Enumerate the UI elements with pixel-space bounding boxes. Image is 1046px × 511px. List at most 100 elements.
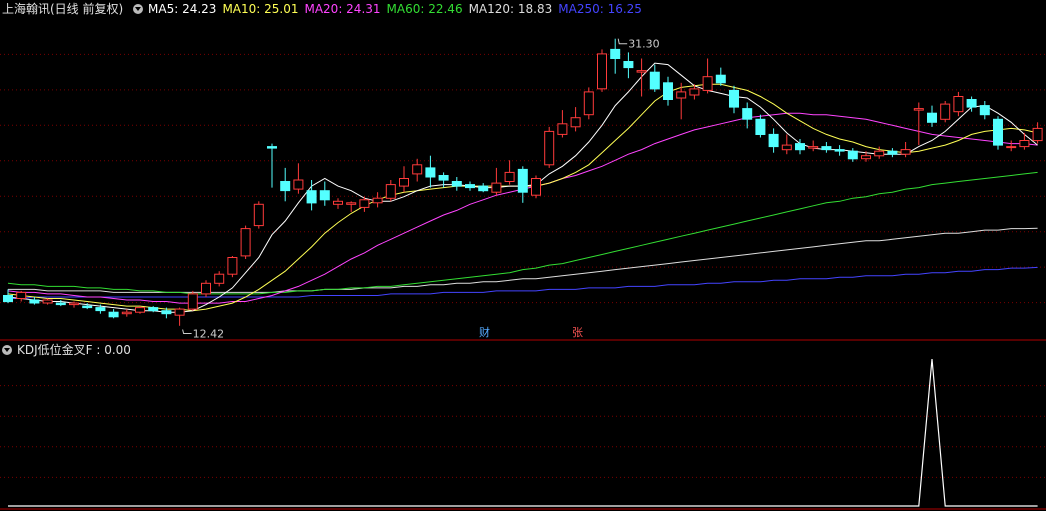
legend-ma5: MA5: 24.23 (148, 2, 217, 16)
event-marker-zhang[interactable]: 张 (570, 326, 585, 339)
candle-body-up (676, 91, 687, 99)
dropdown-icon[interactable] (133, 4, 144, 14)
candle-body-up (121, 311, 132, 315)
event-marker-cai[interactable]: 财 (477, 326, 492, 339)
candle-body-down (927, 112, 937, 123)
candle-body-down (821, 146, 832, 151)
candle-body-up (372, 197, 383, 204)
candle-body-up (16, 291, 27, 299)
kdj-title: KDJ低位金叉F : 0.00 (17, 343, 131, 357)
candle-body-up (583, 91, 594, 116)
candle-body-up (913, 108, 924, 111)
candle-body-up (1006, 146, 1017, 149)
candle-body-up (412, 164, 423, 175)
candle-body-down (715, 74, 726, 84)
candle-body-up (399, 178, 409, 187)
candle-body-up (214, 273, 225, 284)
candle-body-up (69, 302, 79, 306)
candle-body-down (729, 89, 739, 108)
candle-body-up (359, 199, 370, 208)
candle-body-up (861, 155, 871, 160)
stock-title: 上海翰讯(日线 前复权) (2, 2, 124, 16)
candle-body-up (636, 70, 647, 73)
dropdown-icon[interactable] (2, 345, 12, 355)
candle-body-up (135, 307, 145, 313)
candle-body-down (887, 150, 898, 155)
candle-body-down (966, 99, 977, 108)
legend-ma20: MA20: 24.31 (304, 2, 381, 16)
annotation-pointer (617, 38, 628, 45)
candle-body-up (900, 149, 911, 155)
candle-body-down (425, 167, 436, 178)
legend-ma60: MA60: 22.46 (386, 2, 463, 16)
candle-body-down (623, 61, 634, 69)
candle-body-up (570, 117, 581, 128)
low-price-label: 12.42 (193, 328, 225, 341)
candle-body-down (108, 311, 119, 318)
candle-body-down (82, 305, 93, 309)
candle-body-up (385, 184, 396, 199)
candle-body-up (201, 282, 211, 295)
candle-body-up (557, 123, 568, 135)
candle-body-down (993, 118, 1003, 146)
ma-line-ma120 (8, 227, 1038, 293)
candle-body-up (174, 308, 185, 316)
candle-body-down (517, 168, 528, 193)
stock-chart[interactable]: 12.42 31.30 (0, 0, 1046, 511)
legend-ma250: MA250: 16.25 (558, 2, 642, 16)
candle-body-up (346, 202, 357, 205)
candle-body-down (795, 143, 805, 151)
candle-body-down (742, 108, 753, 120)
candle-body-up (504, 171, 515, 182)
candle-body-down (267, 146, 277, 149)
legend-ma120: MA120: 18.83 (468, 2, 553, 16)
candle-body-up (531, 178, 541, 196)
candle-body-down (663, 82, 673, 101)
candle-body-up (1019, 140, 1030, 148)
sub-legend: KDJ低位金叉F : 0.00 (2, 341, 137, 359)
legend-ma10: MA10: 25.01 (222, 2, 299, 16)
candle-body-down (768, 133, 779, 148)
annotation-pointer (182, 329, 192, 334)
candle-body-up (227, 257, 238, 275)
candle-body-down (649, 71, 660, 90)
candle-body-up (597, 53, 607, 90)
candle-body-up (1032, 127, 1043, 142)
candle-body-up (808, 146, 819, 149)
candle-body-up (702, 76, 713, 91)
candle-body-up (874, 150, 885, 157)
candle-body-down (755, 118, 766, 136)
candle-body-down (478, 185, 489, 192)
candle-body-down (438, 175, 449, 181)
candle-body-up (293, 179, 304, 190)
candle-body-down (29, 299, 40, 304)
candle-body-down (55, 302, 66, 306)
candle-body-down (161, 310, 172, 315)
ma-line-ma20 (7, 112, 1038, 304)
candle-body-down (847, 150, 858, 160)
candle-body-down (95, 307, 106, 312)
ma-line-ma250 (8, 266, 1038, 299)
candle-body-up (940, 103, 951, 120)
candle-body-up (491, 182, 502, 193)
candle-body-down (3, 295, 13, 303)
candle-body-down (451, 181, 462, 187)
candle-body-up (689, 88, 700, 96)
candle-body-up (781, 144, 792, 151)
candle-body-up (187, 293, 198, 310)
candle-body-down (465, 184, 475, 189)
candle-body-up (953, 96, 964, 113)
candle-body-down (319, 190, 330, 201)
candle-body-down (610, 48, 621, 60)
high-price-label: 31.30 (628, 38, 660, 51)
candle-body-up (240, 228, 251, 257)
main-legend: 上海翰讯(日线 前复权) MA5: 24.23 MA10: 25.01 MA20: … (2, 0, 648, 18)
candle-body-up (42, 299, 53, 304)
candle-body-down (148, 307, 159, 312)
candle-body-down (834, 149, 845, 152)
candle-body-up (253, 203, 264, 227)
candle-body-up (544, 130, 555, 166)
candle-body-down (280, 181, 291, 192)
kdj-signal-line (8, 358, 1038, 507)
candle-body-up (333, 200, 343, 205)
